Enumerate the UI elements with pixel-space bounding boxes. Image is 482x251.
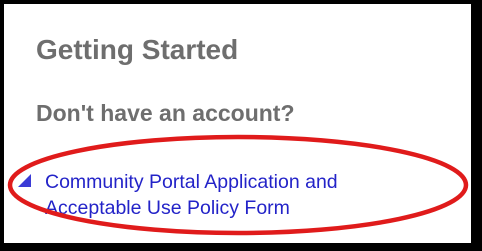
page-title: Getting Started <box>36 34 239 65</box>
section-subtitle: Don't have an account? <box>36 100 295 126</box>
link-line-1: Community Portal Application and <box>45 171 338 193</box>
screenshot-frame: Getting Started Don't have an account? C… <box>0 0 482 251</box>
link-line-2: Acceptable Use Policy Form <box>45 197 290 219</box>
triangle-bullet-icon <box>18 174 31 187</box>
community-portal-application-link[interactable]: Community Portal Application and Accepta… <box>45 169 338 221</box>
getting-started-panel: Getting Started Don't have an account? C… <box>4 4 471 243</box>
